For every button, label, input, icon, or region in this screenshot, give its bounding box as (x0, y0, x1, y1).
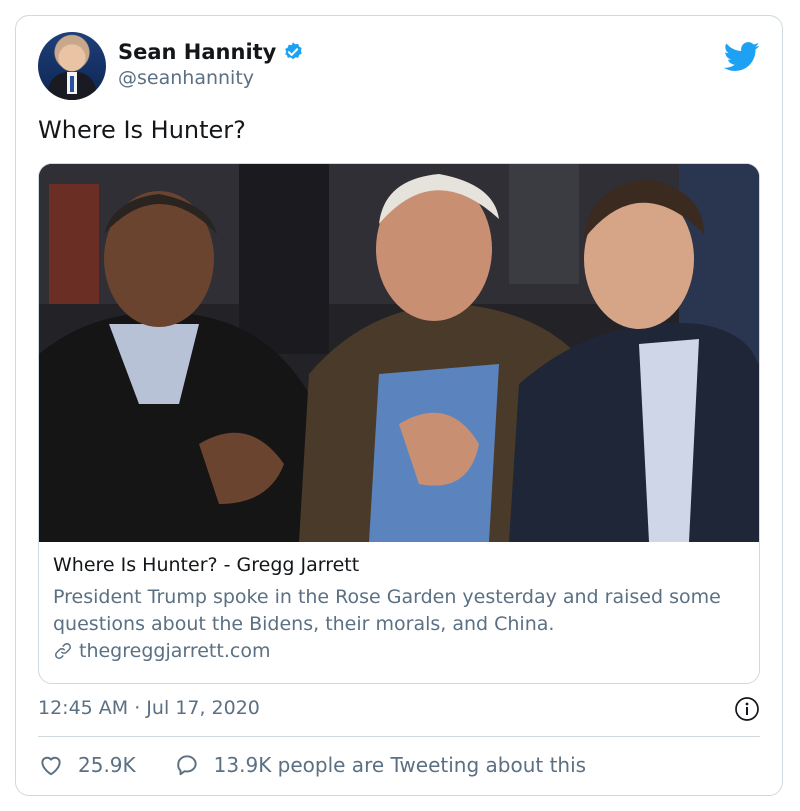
tweet-header: Sean Hannity @seanhannity (38, 32, 760, 102)
author-info: Sean Hannity @seanhannity (118, 40, 304, 89)
link-domain-row: thegreggjarrett.com (53, 640, 745, 662)
engagement-bar: 25.9K 13.9K people are Tweeting about th… (38, 752, 624, 778)
link-preview-card[interactable]: Where Is Hunter? - Gregg Jarrett Preside… (38, 163, 760, 684)
divider (38, 736, 760, 737)
heart-icon[interactable] (38, 752, 64, 778)
avatar[interactable] (38, 32, 106, 100)
link-icon (53, 641, 73, 661)
like-action[interactable]: 25.9K (38, 752, 136, 778)
twitter-bird-icon[interactable] (723, 42, 760, 72)
link-title: Where Is Hunter? - Gregg Jarrett (53, 554, 360, 576)
photo-three-men-courtside (39, 164, 759, 542)
tweet-embed-card[interactable]: Sean Hannity @seanhannity Where Is Hunte… (15, 15, 783, 796)
display-name[interactable]: Sean Hannity (118, 40, 276, 64)
author-handle[interactable]: @seanhannity (118, 67, 304, 89)
like-count: 25.9K (78, 753, 136, 777)
verified-badge-icon (282, 41, 304, 63)
conversation-count: 13.9K people are Tweeting about this (213, 753, 587, 777)
tweet-text: Where Is Hunter? (38, 116, 246, 144)
speech-bubble-icon[interactable] (174, 752, 200, 778)
link-preview-body: Where Is Hunter? - Gregg Jarrett Preside… (53, 554, 745, 662)
display-name-row: Sean Hannity (118, 40, 304, 64)
link-preview-image[interactable] (39, 164, 759, 542)
info-icon[interactable] (734, 696, 760, 722)
link-description: President Trump spoke in the Rose Garden… (53, 586, 721, 635)
conversation-action[interactable]: 13.9K people are Tweeting about this (174, 752, 586, 778)
tweet-timestamp[interactable]: 12:45 AM · Jul 17, 2020 (38, 697, 260, 719)
link-domain: thegreggjarrett.com (79, 640, 271, 662)
